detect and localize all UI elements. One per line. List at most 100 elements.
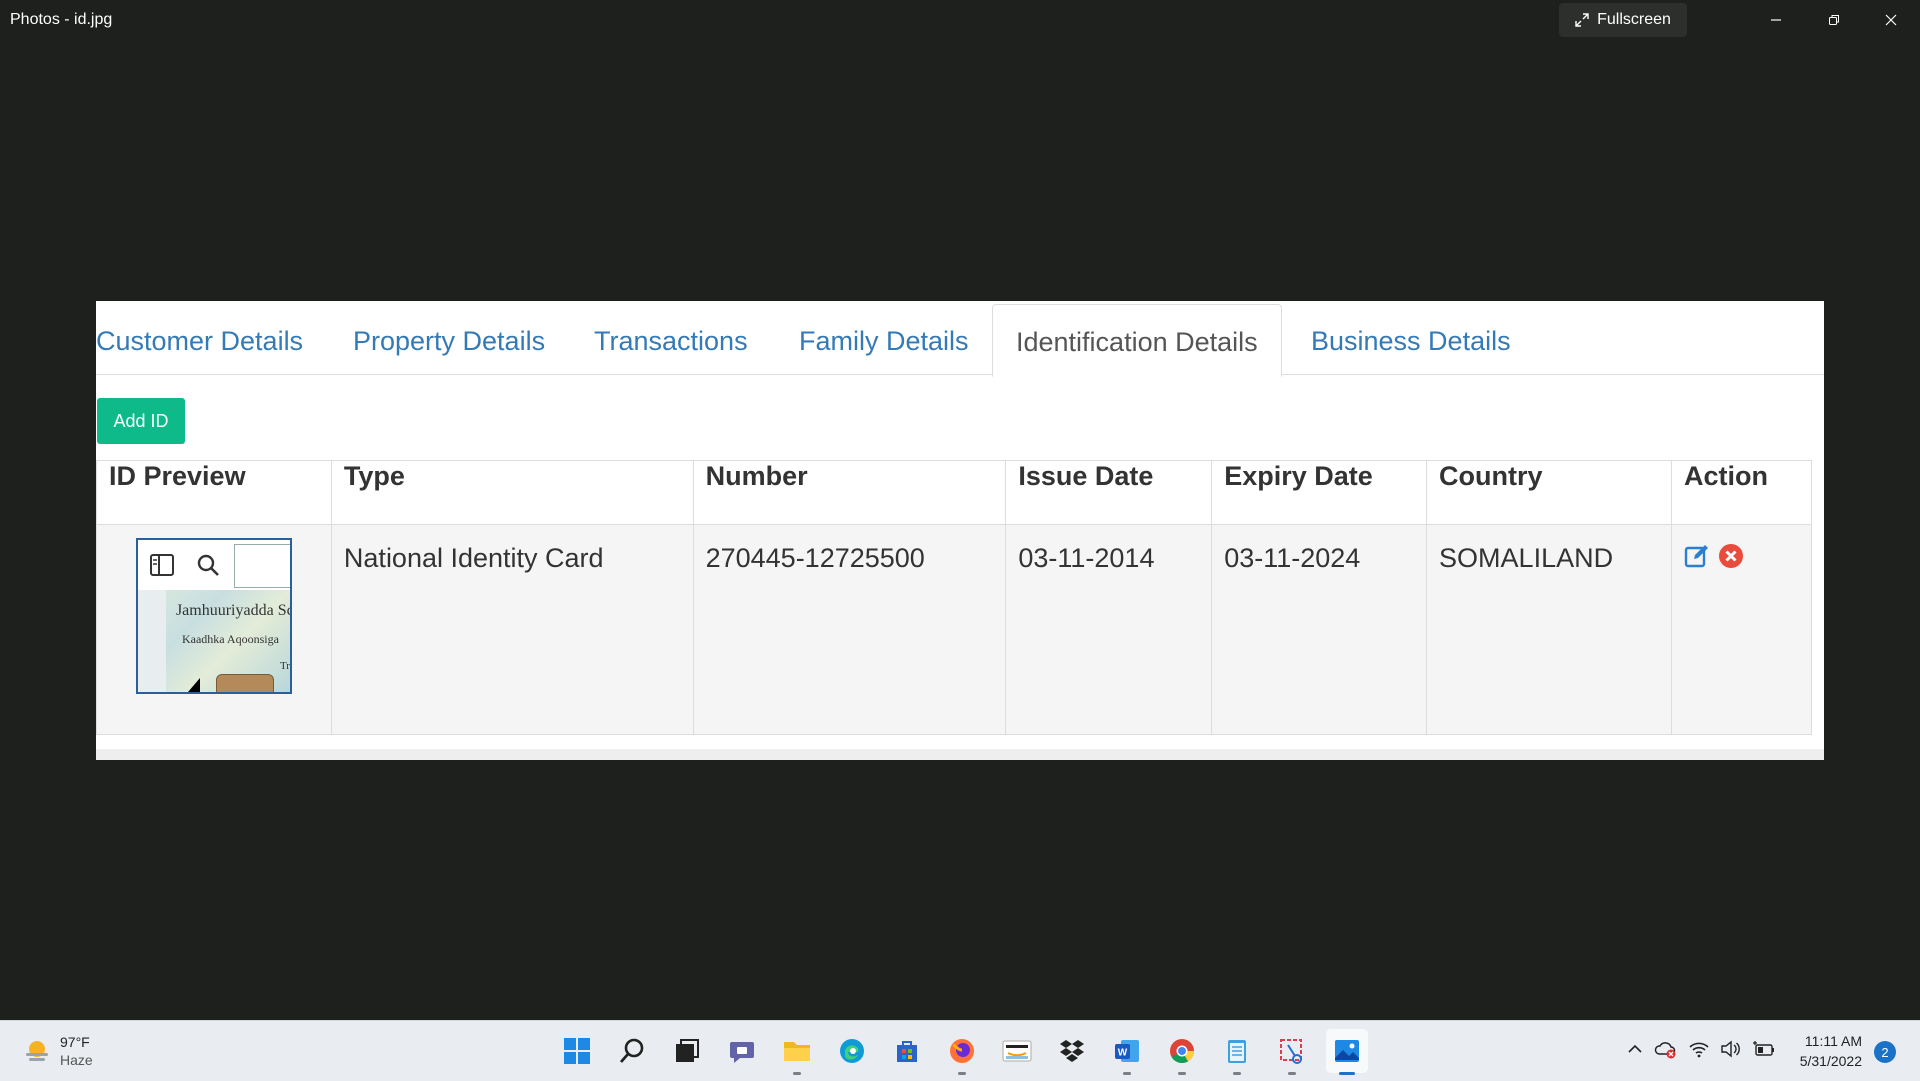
photos-button[interactable] [1326,1029,1368,1075]
tab-family-details[interactable]: Family Details [799,301,969,374]
expand-icon [1575,13,1589,27]
teams-chat-button[interactable] [721,1029,763,1073]
onedrive-error-icon[interactable] [1654,1039,1678,1059]
running-indicator [958,1072,966,1075]
zoom-search-icon[interactable] [196,553,220,577]
edge-button[interactable] [831,1029,873,1073]
card-chip [215,674,274,692]
issue-date-cell: 03-11-2014 [1005,524,1213,735]
id-card-image: Jamhuuriyadda Sc Kaadhka Aqoonsiga Tr [137,590,292,692]
card-text-line2: Kaadhka Aqoonsiga [181,632,279,646]
snipping-tool-button[interactable] [1271,1029,1313,1075]
running-indicator [1233,1072,1241,1075]
notepad-icon [1228,1040,1246,1063]
store-button[interactable] [886,1029,928,1073]
fullscreen-button[interactable]: Fullscreen [1559,3,1687,37]
battery-icon[interactable] [1752,1040,1776,1058]
word-button[interactable]: W [1106,1029,1148,1075]
tab-bar: Customer Details Property Details Transa… [96,301,1824,377]
notepad-button[interactable] [1216,1029,1258,1075]
chrome-button[interactable] [1161,1029,1203,1075]
page-bottom-band [96,749,1824,760]
chevron-up-icon[interactable] [1626,1040,1644,1058]
close-icon [1885,14,1897,26]
tab-identification-details[interactable]: Identification Details [992,304,1282,377]
amazon-icon [1002,1040,1032,1062]
tab-business-details[interactable]: Business Details [1311,301,1511,374]
search-button[interactable] [611,1029,653,1073]
task-view-button[interactable] [666,1029,708,1073]
photo-viewer-image: Customer Details Property Details Transa… [96,301,1824,760]
edit-icon[interactable] [1684,543,1710,569]
task-view-icon [676,1039,699,1062]
header-country: Country [1426,460,1672,525]
header-issue-date: Issue Date [1005,460,1213,525]
taskbar-clock[interactable]: 11:11 AM 5/31/2022 [1784,1031,1862,1071]
svg-text:W: W [1118,1048,1128,1059]
restore-button[interactable] [1814,6,1854,34]
firefox-button[interactable] [941,1029,983,1075]
window-title: Photos - id.jpg [10,11,113,28]
running-indicator [1123,1072,1131,1075]
amazon-button[interactable] [996,1029,1038,1073]
restore-icon [1829,15,1839,25]
close-button[interactable] [1871,6,1911,34]
chrome-icon [1170,1039,1194,1064]
weather-widget[interactable]: 97°F Haze [24,1033,93,1069]
card-text-line3: Tr [279,660,290,672]
action-cell [1670,524,1813,735]
window-titlebar: Photos - id.jpg Fullscreen [0,0,1920,40]
card-text-line1: Jamhuuriyadda Sc [175,602,292,619]
table-row: Jamhuuriyadda Sc Kaadhka Aqoonsiga Tr Na… [96,524,1813,735]
volume-icon[interactable] [1720,1040,1742,1058]
preview-search-box[interactable] [233,544,290,588]
running-indicator [1178,1072,1186,1075]
weather-temp: 97°F [60,1034,90,1050]
header-id-preview: ID Preview [96,460,332,525]
header-action: Action [1670,460,1813,525]
clock-time: 11:11 AM [1804,1033,1862,1049]
id-preview-cell: Jamhuuriyadda Sc Kaadhka Aqoonsiga Tr [96,524,332,735]
file-explorer-button[interactable] [776,1029,818,1075]
weather-condition: Haze [60,1052,93,1068]
minimize-button[interactable] [1756,6,1796,34]
sidebar-toggle-icon[interactable] [149,554,174,576]
firefox-icon [950,1039,974,1063]
identification-table: ID Preview Type Number Issue Date Expiry… [96,460,1813,735]
tab-property-details[interactable]: Property Details [353,301,545,374]
id-preview-thumbnail[interactable]: Jamhuuriyadda Sc Kaadhka Aqoonsiga Tr [135,538,292,694]
weather-text: 97°F Haze [60,1033,93,1069]
running-indicator [793,1072,801,1075]
wifi-icon[interactable] [1688,1040,1710,1058]
store-icon [897,1041,917,1062]
start-icon [564,1038,590,1064]
taskbar-apps: W [556,1029,1368,1075]
taskbar: 97°F Haze W 11:11 AM 5/31/2022 2 [0,1020,1920,1081]
header-type: Type [330,460,694,525]
start-button[interactable] [556,1029,598,1073]
photos-icon [1335,1040,1359,1062]
system-tray [1626,1039,1776,1059]
file-explorer-icon [784,1042,810,1061]
clock-date: 5/31/2022 [1799,1053,1862,1069]
add-id-button[interactable]: Add ID [97,398,185,444]
tab-transactions[interactable]: Transactions [594,301,748,374]
country-cell: SOMALILAND [1426,524,1672,735]
dropbox-icon [1060,1040,1084,1062]
tab-customer-details[interactable]: Customer Details [96,301,303,374]
expiry-date-cell: 03-11-2024 [1211,524,1428,735]
delete-icon[interactable] [1718,543,1744,569]
header-number: Number [692,460,1007,525]
active-indicator [1339,1072,1355,1075]
word-icon: W [1115,1040,1139,1062]
notification-badge[interactable]: 2 [1874,1041,1896,1063]
number-cell: 270445-12725500 [692,524,1007,735]
haze-sun-icon [26,1041,48,1061]
search-icon [619,1038,644,1063]
teams-chat-icon [730,1042,754,1063]
dropbox-button[interactable] [1051,1029,1093,1073]
edge-icon [840,1039,864,1063]
minimize-icon [1771,19,1781,21]
row-actions [1684,543,1799,569]
type-cell: National Identity Card [330,524,694,735]
